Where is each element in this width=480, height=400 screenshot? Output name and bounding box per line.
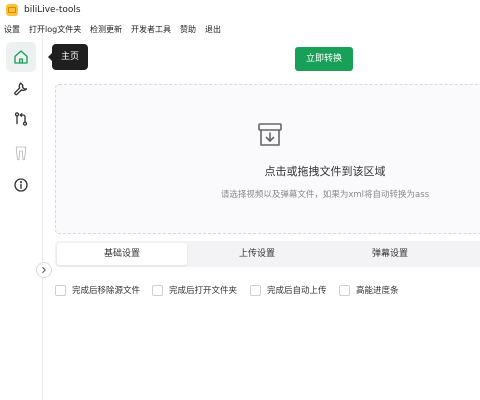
option-remove-source[interactable]: 完成后移除源文件: [55, 284, 140, 296]
title-bar: biliLive-tools: [0, 0, 480, 20]
option-open-folder[interactable]: 完成后打开文件夹: [152, 284, 237, 296]
menu-bar: 设置 打开log文件夹 检测更新 开发者工具 赞助 退出: [0, 20, 480, 38]
sidebar-item-home[interactable]: [6, 42, 36, 72]
checkbox[interactable]: [152, 284, 163, 296]
settings-tabs: 基础设置 上传设置 弹幕设置: [55, 241, 480, 267]
window-title: biliLive-tools: [24, 5, 81, 15]
sidebar-item-legs[interactable]: [6, 138, 36, 168]
sidebar-expand-button[interactable]: [36, 262, 52, 278]
menu-exit[interactable]: 退出: [205, 24, 221, 35]
tab-basic-settings[interactable]: 基础设置: [57, 243, 187, 265]
option-label: 完成后移除源文件: [72, 286, 141, 296]
menu-dev-tools[interactable]: 开发者工具: [131, 24, 171, 35]
sidebar-item-merge[interactable]: [6, 104, 36, 134]
home-icon: [14, 50, 28, 64]
checkbox[interactable]: [55, 284, 66, 296]
checkbox[interactable]: [339, 284, 350, 296]
option-label: 高能进度条: [356, 286, 399, 296]
info-icon: [14, 178, 28, 192]
legs-icon: [15, 146, 27, 161]
option-energy-bar[interactable]: 高能进度条: [339, 284, 399, 296]
convert-now-button[interactable]: 立即转换: [295, 47, 353, 71]
wrench-icon: [14, 82, 27, 96]
archive-download-icon: [258, 123, 282, 146]
chevron-right-icon: [42, 267, 46, 273]
sidebar-item-about[interactable]: [6, 170, 36, 200]
menu-settings[interactable]: 设置: [4, 24, 20, 35]
dropzone-hint: 请选择视频以及弹幕文件，如果为xml将自动转换为ass: [220, 190, 430, 200]
file-dropzone[interactable]: [55, 84, 480, 234]
home-tooltip: 主页: [48, 44, 88, 70]
menu-check-update[interactable]: 检测更新: [90, 24, 122, 35]
git-compare-icon: [14, 112, 28, 126]
dropzone-title: 点击或拖拽文件到该区域: [264, 165, 386, 178]
tab-upload-settings[interactable]: 上传设置: [192, 243, 322, 265]
tab-danmaku-settings[interactable]: 弹幕设置: [325, 243, 455, 265]
menu-sponsor[interactable]: 赞助: [180, 24, 196, 35]
app-logo-icon: [6, 4, 18, 16]
option-label: 完成后自动上传: [267, 286, 327, 296]
sidebar: [0, 38, 43, 400]
option-auto-upload[interactable]: 完成后自动上传: [250, 284, 327, 296]
sidebar-item-tools[interactable]: [6, 74, 36, 104]
checkbox[interactable]: [250, 284, 261, 296]
menu-open-log-folder[interactable]: 打开log文件夹: [29, 24, 81, 35]
option-label: 完成后打开文件夹: [169, 286, 238, 296]
